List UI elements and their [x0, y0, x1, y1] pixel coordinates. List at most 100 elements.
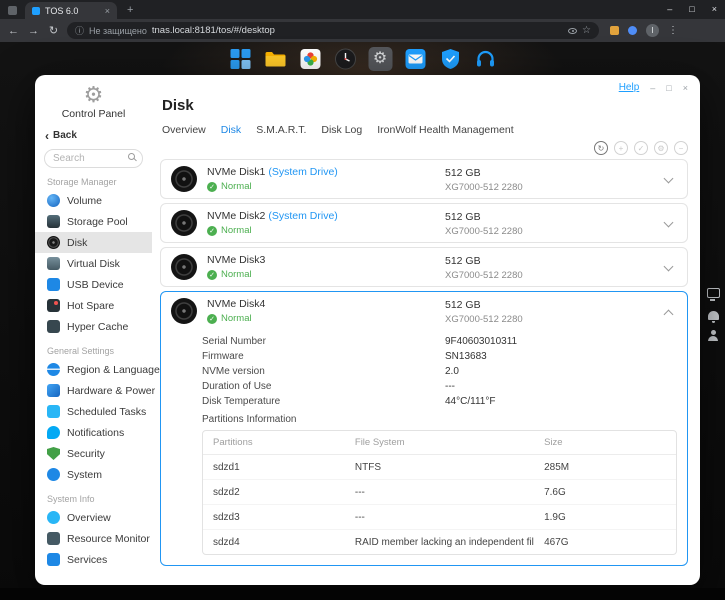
back-icon[interactable]: ← — [7, 25, 20, 37]
browser-menu-icon[interactable]: ⋮ — [668, 25, 678, 36]
column-header: File System — [344, 431, 535, 455]
sidebar-item-hot-spare[interactable]: Hot Spare — [35, 295, 152, 316]
virtual-disk-icon — [47, 257, 60, 270]
sidebar-item-storage-pool[interactable]: Storage Pool — [35, 211, 152, 232]
table-header-row: Partitions File System Size — [203, 431, 676, 455]
extension-icon[interactable] — [628, 26, 637, 35]
extension-icon[interactable] — [610, 26, 619, 35]
chevron-down-icon[interactable] — [663, 261, 674, 272]
browser-close-button[interactable]: × — [712, 4, 717, 14]
security-label[interactable]: Не защищено — [89, 26, 147, 36]
not-secure-icon[interactable]: ⓘ — [75, 24, 84, 37]
sidebar-item-region-language[interactable]: Region & Language — [35, 359, 160, 380]
partition-row: sdzd3 --- 1.9G — [203, 504, 676, 530]
sidebar-item-security[interactable]: Security — [35, 443, 152, 464]
sidebar-item-virtual-disk[interactable]: Virtual Disk — [35, 253, 152, 274]
user-widget-icon[interactable] — [707, 330, 719, 341]
tab-smart[interactable]: S.M.A.R.T. — [256, 124, 306, 136]
window-maximize-icon[interactable]: □ — [666, 83, 671, 93]
disk-card-4: NVMe Disk4 ✓ Normal 512 GB XG7000-512 228… — [160, 291, 688, 566]
bookmark-star-icon[interactable]: ☆ — [582, 25, 591, 36]
add-circle-icon[interactable]: + — [614, 141, 628, 155]
app-launcher-icon[interactable] — [228, 47, 252, 71]
clock-icon[interactable] — [333, 47, 357, 71]
sidebar-item-scheduled-tasks[interactable]: Scheduled Tasks — [35, 401, 152, 422]
mail-icon[interactable] — [403, 47, 427, 71]
tab-overview[interactable]: Overview — [162, 124, 206, 136]
support-headset-icon[interactable] — [473, 47, 497, 71]
disk-name: NVMe Disk3 — [207, 254, 266, 266]
new-tab-button[interactable]: + — [127, 4, 133, 16]
sidebar-item-services[interactable]: Services — [35, 549, 152, 570]
back-button[interactable]: ‹ Back — [45, 130, 152, 142]
main-content: Disk Overview Disk S.M.A.R.T. Disk Log I… — [152, 75, 700, 585]
reload-icon[interactable]: ↻ — [47, 24, 60, 37]
system-drive-tag: (System Drive) — [268, 210, 338, 222]
status-ok-icon: ✓ — [207, 225, 217, 236]
browser-tab[interactable]: TOS 6.0 × — [25, 2, 117, 19]
notification-widget-icon[interactable] — [707, 311, 719, 323]
status-text: Normal — [221, 225, 252, 236]
tab-strip: TOS 6.0 × + – □ × — [0, 0, 725, 19]
sidebar-item-hardware-power[interactable]: Hardware & Power — [35, 380, 155, 401]
partition-row: sdzd1 NTFS 285M — [203, 454, 676, 480]
settings-circle-icon[interactable]: ⚙ — [654, 141, 668, 155]
chevron-up-icon[interactable] — [663, 309, 674, 320]
chevron-down-icon[interactable] — [663, 173, 674, 184]
display-widget-icon[interactable] — [706, 288, 720, 301]
sidebar-item-overview[interactable]: Overview — [35, 507, 152, 528]
sidebar-item-system[interactable]: System — [35, 464, 152, 485]
sidebar-item-volume[interactable]: Volume — [35, 190, 152, 211]
ok-circle-icon[interactable]: ✓ — [634, 141, 648, 155]
status-text: Normal — [221, 181, 252, 192]
browser-minimize-button[interactable]: – — [667, 4, 672, 14]
disk-card-header[interactable]: NVMe Disk1 (System Drive) ✓ Normal 512 GB … — [161, 160, 687, 198]
disk-name: NVMe Disk1 — [207, 166, 266, 178]
security-shield-icon[interactable] — [438, 47, 462, 71]
control-panel-dock-icon[interactable]: ⚙ — [368, 47, 392, 71]
sidebar-item-notifications[interactable]: Notifications — [35, 422, 152, 443]
section-title: System Info — [47, 494, 95, 504]
disk-image — [171, 298, 197, 324]
address-bar[interactable]: ⓘ Не защищено tnas.local:8181/tos/#/desk… — [67, 22, 599, 39]
detail-label: Serial Number — [202, 336, 266, 347]
sidebar-item-hyper-cache[interactable]: Hyper Cache — [35, 316, 152, 337]
control-panel-brand: ⚙ Control Panel — [35, 83, 152, 121]
partitions-table: Partitions File System Size sdzd1 NTFS 2… — [202, 430, 677, 555]
disk-image — [171, 210, 197, 236]
tab-ironwolf[interactable]: IronWolf Health Management — [377, 124, 513, 136]
gear-icon: ⚙ — [372, 50, 388, 67]
password-eye-icon[interactable] — [568, 27, 578, 34]
help-link[interactable]: Help — [619, 82, 640, 93]
forward-icon[interactable]: → — [27, 25, 40, 37]
sidebar-item-disk[interactable]: Disk — [35, 232, 152, 253]
tab-close-icon[interactable]: × — [105, 6, 110, 16]
tab-disk-log[interactable]: Disk Log — [321, 124, 362, 136]
notifications-icon — [47, 426, 60, 439]
sidebar-item-usb-device[interactable]: USB Device — [35, 274, 152, 295]
partition-row: sdzd4 RAID member lacking an independent… — [203, 530, 676, 555]
detail-label: Firmware — [202, 351, 244, 362]
profile-avatar[interactable]: I — [646, 24, 659, 37]
back-label: Back — [53, 130, 77, 141]
browser-maximize-button[interactable]: □ — [689, 4, 694, 14]
desktop: ⚙ Help – □ × ⚙ Control Panel ‹ Back Sear… — [0, 42, 725, 600]
disk-card-header[interactable]: NVMe Disk4 ✓ Normal 512 GB XG7000-512 228… — [161, 292, 687, 330]
window-close-icon[interactable]: × — [683, 83, 688, 93]
photos-icon[interactable] — [298, 47, 322, 71]
status-ok-icon: ✓ — [207, 269, 217, 280]
disk-card-header[interactable]: NVMe Disk3 ✓ Normal 512 GB XG7000-512 228… — [161, 248, 687, 286]
status-ok-icon: ✓ — [207, 181, 217, 192]
disk-card-header[interactable]: NVMe Disk2 (System Drive) ✓ Normal 512 GB … — [161, 204, 687, 242]
page-title: Disk — [162, 97, 194, 114]
browser-system-icon[interactable] — [8, 6, 17, 15]
refresh-circle-icon[interactable]: ↻ — [594, 141, 608, 155]
tab-disk[interactable]: Disk — [221, 124, 241, 136]
remove-circle-icon[interactable]: − — [674, 141, 688, 155]
sidebar-item-resource-monitor[interactable]: Resource Monitor — [35, 528, 152, 549]
overview-icon — [47, 511, 60, 524]
window-minimize-icon[interactable]: – — [650, 83, 655, 93]
detail-label: Disk Temperature — [202, 396, 281, 407]
chevron-down-icon[interactable] — [663, 217, 674, 228]
file-manager-icon[interactable] — [263, 47, 287, 71]
